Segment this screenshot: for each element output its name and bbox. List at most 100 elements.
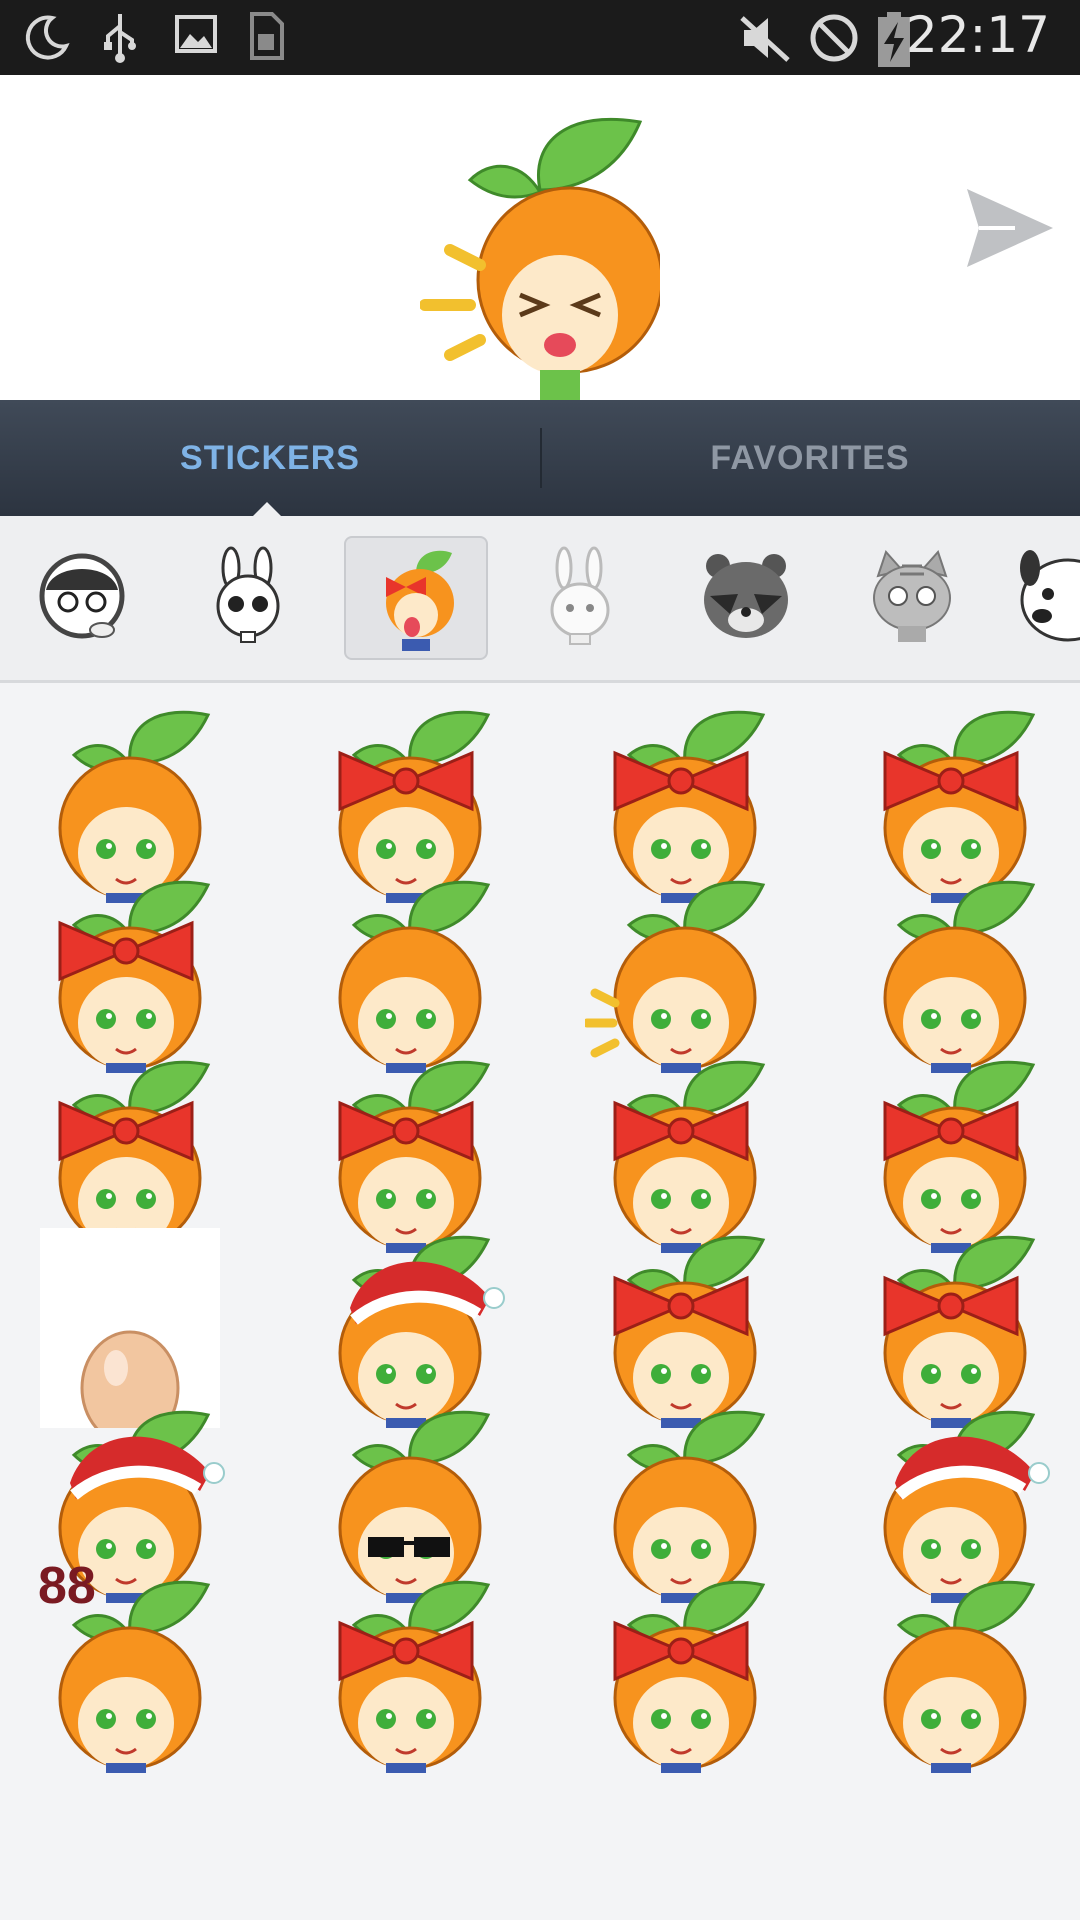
boy-angry-sticker-shape-0 — [953, 880, 1036, 935]
girl-annoyed-sticker-shape-6 — [931, 843, 937, 849]
girl-bow-sticker-shape-6 — [661, 1713, 667, 1719]
reindeer-santa-sticker-shape-12 — [1028, 1462, 1050, 1484]
category-orange-kids[interactable] — [344, 536, 488, 660]
boy-shouting-sticker-shape-7 — [701, 1013, 707, 1019]
boy-bowl-sticker-shape-6 — [661, 1543, 667, 1549]
boy-bye-88-sticker-shape-0 — [128, 1580, 211, 1635]
girl-bow-sticker-shape-3 — [633, 1677, 729, 1769]
category-boy-glasses[interactable] — [12, 536, 152, 656]
boy-sunglasses-sticker-shape-12 — [402, 1541, 416, 1545]
girl-annoyed-sticker-shape-0 — [953, 710, 1036, 765]
boy-bowl-sticker-shape-4 — [651, 1539, 671, 1559]
new-year-couple-sticker-shape-5 — [136, 839, 156, 859]
reindeer-santa-sticker-shape-6 — [931, 1543, 937, 1549]
santa-hat-girl-sticker-shape-4 — [376, 1364, 396, 1384]
send-icon[interactable] — [965, 185, 1055, 271]
sim-icon — [250, 12, 284, 60]
boy-shouting-sticker-shape-0 — [683, 880, 766, 935]
white-rabbit-icon — [216, 546, 280, 643]
girl-peek-sticker-shape-11 — [937, 1117, 965, 1145]
santa-hat-girl-sticker-shape-6 — [386, 1368, 392, 1374]
sticker-grid: 88 — [0, 690, 1080, 1920]
moon-icon — [25, 15, 70, 60]
category-grey-rabbit[interactable] — [510, 536, 650, 656]
girl-laugh-sticker-shape-6 — [661, 1193, 667, 1199]
new-year-couple-sticker-shape-0 — [128, 710, 211, 765]
girl-grin-sticker-shape-4 — [376, 1189, 396, 1209]
boy-sunglasses-sticker-shape-10 — [368, 1537, 404, 1557]
girl-wink-sticker-shape-7 — [426, 1713, 432, 1719]
reindeer-santa-sticker-shape-5 — [961, 1539, 981, 1559]
girl-annoyed-sticker-shape-5 — [961, 839, 981, 859]
girl-dizzy-sticker-shape-4 — [651, 1364, 671, 1384]
girl-sweat-sticker-shape-11 — [667, 767, 695, 795]
sticker-category-bar — [0, 516, 1080, 683]
boy-bye-88-sticker-shape-4 — [96, 1709, 116, 1729]
reindeer-santa-sticker-shape-7 — [971, 1543, 977, 1549]
girl-smile-sticker-shape-5 — [416, 839, 436, 859]
girl-wink-sticker-shape-3 — [358, 1677, 454, 1769]
boy-bye-88-sticker[interactable]: 88 — [20, 1557, 240, 1773]
girl-wink-sticker-shape-5 — [416, 1709, 436, 1729]
boy-angry-sticker-shape-7 — [971, 1013, 977, 1019]
couple-hug-sticker-shape-5 — [961, 1709, 981, 1729]
category-raccoon[interactable] — [676, 536, 816, 656]
girl-happy-sticker-shape-11 — [112, 1117, 140, 1145]
girl-bow-sticker[interactable] — [575, 1560, 795, 1773]
girl-grin-sticker-shape-11 — [392, 1117, 420, 1145]
girl-laugh-sticker-shape-11 — [667, 1117, 695, 1145]
tab-stickers[interactable]: STICKERS — [0, 400, 540, 516]
category-tabby-cat[interactable] — [842, 536, 982, 656]
status-bar: 22:17 — [0, 0, 1080, 75]
sleigh-sticker-shape-6 — [106, 1543, 112, 1549]
girl-sweat-sticker-shape-5 — [691, 839, 711, 859]
girl-peek-sticker-shape-4 — [921, 1189, 941, 1209]
tabby-cat-icon — [873, 550, 951, 642]
boy-ice-sticker-shape-7 — [426, 1013, 432, 1019]
girl-hug-boy-sticker-shape-4 — [96, 1009, 116, 1029]
girl-happy-sticker-shape-0 — [128, 1060, 211, 1115]
girl-wink-sticker-art — [338, 1580, 491, 1773]
orange-kids-icon — [386, 550, 454, 651]
girl-wink-sticker-shape-0 — [408, 1580, 491, 1635]
girl-smile-sticker-shape-6 — [386, 843, 392, 849]
santa-hat-girl-sticker-shape-7 — [426, 1368, 432, 1374]
girl-dizzy-sticker-shape-5 — [691, 1364, 711, 1384]
boy-sunglasses-sticker-shape-0 — [408, 1410, 491, 1465]
girl-hug-boy-sticker-shape-5 — [136, 1009, 156, 1029]
girl-smile-sticker-shape-11 — [392, 767, 420, 795]
girl-lying-sticker-shape-6 — [931, 1368, 937, 1374]
raccoon-icon — [704, 554, 788, 638]
usb-icon — [104, 14, 136, 63]
category-white-rabbit[interactable] — [178, 536, 318, 656]
reindeer-santa-sticker-shape-4 — [921, 1539, 941, 1559]
girl-wink-sticker-shape-6 — [386, 1713, 392, 1719]
girl-wink-sticker-shape-11 — [392, 1637, 420, 1665]
new-year-couple-sticker-shape-4 — [96, 839, 116, 859]
boy-angry-sticker-shape-6 — [931, 1013, 937, 1019]
boy-ice-sticker-shape-0 — [408, 880, 491, 935]
girl-bow-sticker-shape-4 — [651, 1709, 671, 1729]
couple-hug-sticker[interactable] — [845, 1560, 1065, 1773]
tab-favorites[interactable]: FAVORITES — [540, 400, 1080, 516]
boy-ice-sticker-shape-5 — [416, 1009, 436, 1029]
couple-hug-sticker-shape-9 — [931, 1763, 971, 1773]
sleigh-sticker-shape-4 — [96, 1539, 116, 1559]
girl-peek-sticker-shape-7 — [971, 1193, 977, 1199]
girl-grin-sticker-shape-7 — [426, 1193, 432, 1199]
girl-hug-boy-sticker-shape-11 — [112, 937, 140, 965]
girl-laugh-sticker-shape-0 — [683, 1060, 766, 1115]
girl-lying-sticker-shape-5 — [961, 1364, 981, 1384]
category-dog[interactable] — [1008, 536, 1080, 656]
couple-hug-sticker-shape-7 — [971, 1713, 977, 1719]
girl-sweat-sticker-shape-6 — [661, 843, 667, 849]
girl-annoyed-sticker-shape-7 — [971, 843, 977, 849]
girl-peek-sticker-shape-0 — [953, 1060, 1036, 1115]
girl-wink-sticker[interactable] — [300, 1560, 520, 1773]
preview-sticker[interactable] — [420, 100, 660, 400]
girl-hug-boy-sticker-shape-0 — [128, 880, 211, 935]
sticker-caption: 88 — [38, 1557, 96, 1615]
girl-annoyed-sticker-shape-4 — [921, 839, 941, 859]
girl-bow-sticker-shape-5 — [691, 1709, 711, 1729]
couple-hug-sticker-shape-6 — [931, 1713, 937, 1719]
